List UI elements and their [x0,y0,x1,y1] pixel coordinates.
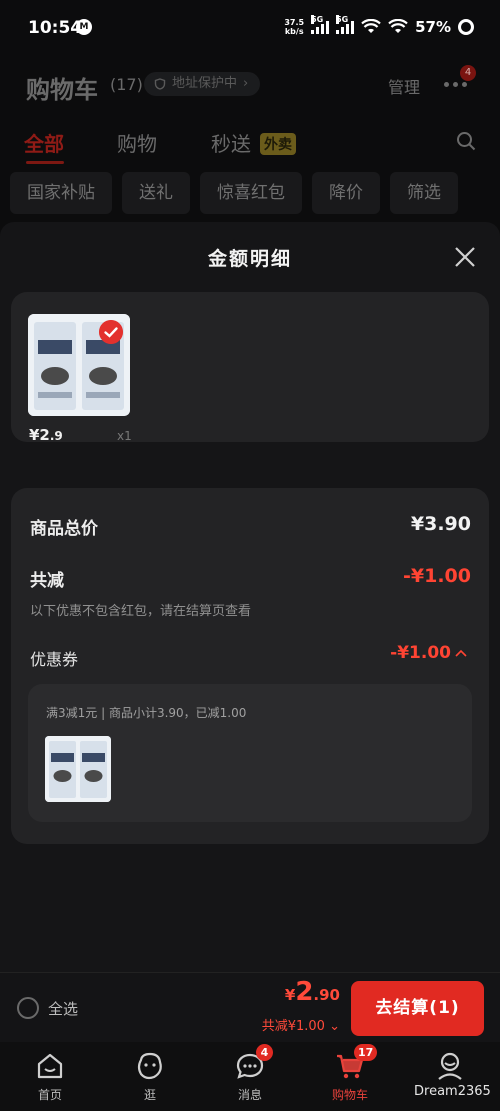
manage-button[interactable]: 管理 [388,74,420,98]
total-discount-label: 共减 [30,571,64,591]
search-icon[interactable] [456,131,476,151]
checkout-button[interactable]: 去结算(1) [351,981,484,1036]
chip-price-drop[interactable]: 降价 [312,172,380,214]
nav-home-label: 首页 [37,1088,62,1102]
coupon-label: 优惠券 [30,650,79,669]
waimai-badge: 外卖 [260,133,296,155]
sheet-title: 金额明细 [207,248,292,270]
product-price: ¥2.9 [29,426,63,444]
wifi-icon-2 [388,19,408,33]
coupon-product-image [45,736,111,802]
total-discount-text: 共减¥1.00 [261,1019,325,1034]
cart-count: (17) [110,75,143,94]
signal-icon-2: 5G [336,15,355,34]
status-bar: 10:54 M 37.5 kb/s 5G 5G 57% [0,0,500,56]
amount-detail-sheet: 金额明细 ¥2.9 x1 商品总价 ¥3.90 共减 -¥1.00 以下优惠不包… [0,222,500,972]
checkout-bar: 全选 ¥ 2 .90 共减¥1.00 ⌄ 去结算(1) [0,972,500,1042]
cart-badge: 17 [354,1044,378,1061]
tab-express[interactable]: 秒送 [211,128,251,157]
chip-filter[interactable]: 筛选 [390,172,458,214]
checkmark-icon[interactable] [99,320,123,344]
address-protection-label: 地址保护中 [172,76,238,91]
nav-cart-label: 购物车 [331,1088,368,1102]
wifi-icon [361,19,381,33]
chip-red-packet[interactable]: 惊喜红包 [200,172,302,214]
nav-home[interactable]: 首页 [0,1042,100,1111]
coupon-detail: 满3减1元 | 商品小计3.90，已减1.00 [28,684,472,822]
total-currency: ¥ [284,986,296,1004]
more-badge: 4 [460,65,476,81]
chevron-down-icon: ⌄ [329,1019,340,1034]
product-price-main: ¥2 [29,426,50,444]
product-price-decimal: .9 [49,429,63,443]
network-speed-value: 37.5 [284,18,305,27]
network-speed-unit: kb/s [284,27,304,36]
bottom-nav: 首页 逛 4 消息 17 购物车 我的 [0,1042,500,1111]
nav-messages-label: 消息 [237,1088,262,1102]
goods-total-value: ¥3.90 [410,513,471,535]
milk-carton-thumb [45,736,111,802]
tab-shopping[interactable]: 购物 [117,128,157,157]
network-speed: 37.5 kb/s [284,18,304,36]
total-decimal: .90 [313,986,340,1004]
select-all-checkbox[interactable] [17,997,39,1019]
coupon-toggle[interactable]: -¥1.00 [390,643,467,663]
discount-note: 以下优惠不包含红包，请在结算页查看 [30,604,252,619]
tab-active-indicator [26,161,64,164]
battery-icon [458,19,474,35]
status-time: 10:54 [28,18,83,38]
nav-me[interactable]: 我的 [400,1042,500,1111]
nav-messages[interactable]: 4 消息 [200,1042,300,1111]
chevron-up-icon [455,649,467,657]
more-icon[interactable] [444,82,467,87]
browse-icon [137,1052,162,1080]
signal-1-label: 5G [311,15,324,24]
signal-icon: 5G [311,15,330,34]
watermark: Dream2365 [414,1084,491,1099]
battery-percent: 57% [415,18,451,36]
category-tabs: 全部 购物 秒送 外卖 [0,128,500,168]
coupon-value: -¥1.00 [390,643,451,663]
filter-chips: 国家补贴 送礼 惊喜红包 降价 筛选 [10,172,458,214]
cart-header: 购物车 (17) 地址保护中 › 管理 4 [0,60,500,110]
coupon-description: 满3减1元 | 商品小计3.90，已减1.00 [46,706,247,720]
price-breakdown-card: 商品总价 ¥3.90 共减 -¥1.00 以下优惠不包含红包，请在结算页查看 优… [11,488,489,844]
goods-total-label: 商品总价 [30,519,98,539]
nav-browse-label: 逛 [143,1088,156,1102]
status-indicators: 37.5 kb/s 5G 5G 57% [284,15,474,36]
chevron-right-icon: › [243,76,249,91]
address-protection-pill[interactable]: 地址保护中 › [144,72,261,96]
app-notification-icon: M [76,19,92,35]
total-discount-value: -¥1.00 [403,565,471,587]
product-quantity: x1 [117,429,132,443]
selected-products-card: ¥2.9 x1 [11,292,489,444]
page-title: 购物车 [26,76,98,104]
close-icon[interactable] [452,244,478,270]
chip-national-subsidy[interactable]: 国家补贴 [10,172,112,214]
total-integer: 2 [295,977,314,1007]
select-all-label[interactable]: 全选 [48,998,78,1019]
chip-gift[interactable]: 送礼 [122,172,190,214]
home-icon [37,1053,63,1079]
nav-cart[interactable]: 17 购物车 [300,1042,400,1111]
signal-2-label: 5G [336,15,349,24]
shield-icon [154,78,166,90]
total-discount-toggle[interactable]: 共减¥1.00 ⌄ [262,1015,340,1034]
messages-badge: 4 [256,1044,273,1061]
tab-all[interactable]: 全部 [24,128,64,157]
profile-icon [438,1052,462,1080]
nav-browse[interactable]: 逛 [100,1042,200,1111]
total-price: ¥ 2 .90 [285,977,340,1007]
